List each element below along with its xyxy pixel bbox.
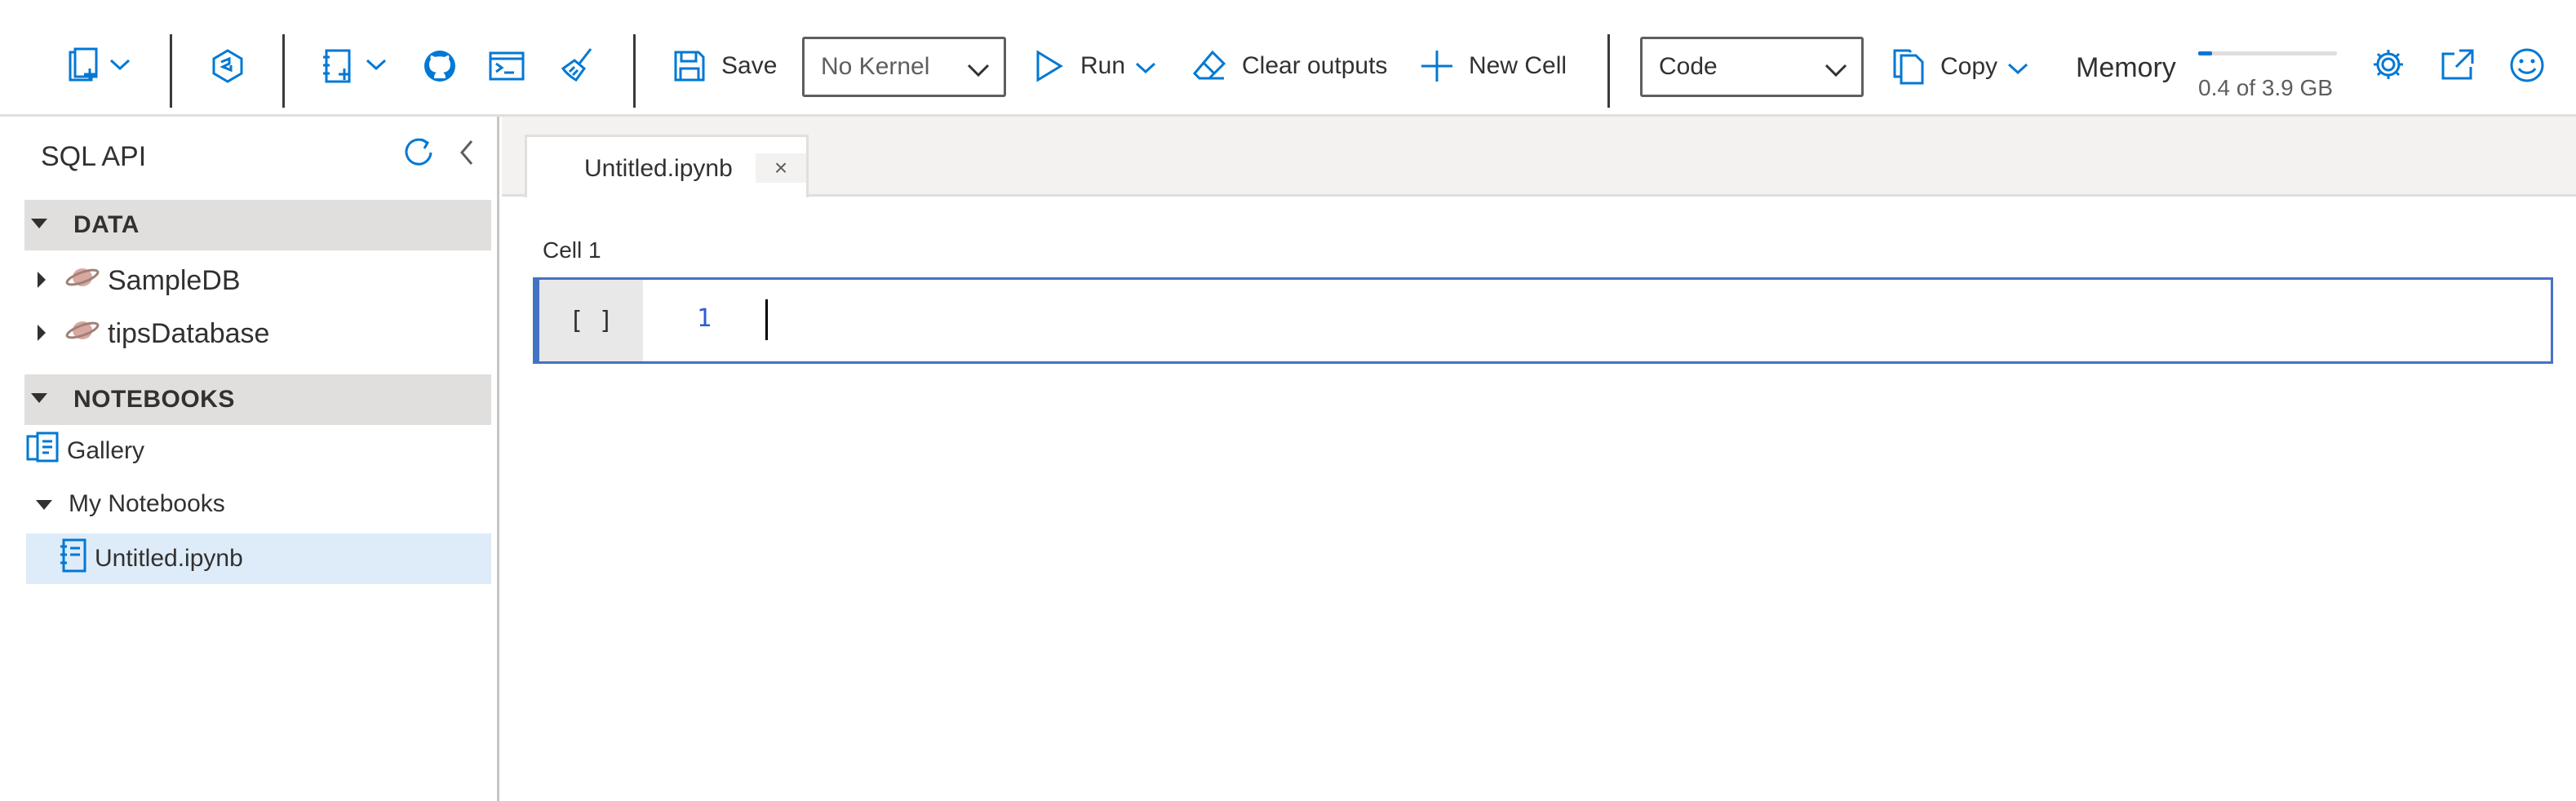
new-notebook-button[interactable] (65, 47, 131, 85)
caret-down-icon (29, 392, 49, 409)
caret-right-icon (36, 318, 47, 350)
tree-item-label: tipsDatabase (108, 317, 270, 349)
data-section-label: DATA (73, 211, 140, 238)
tree-item-gallery[interactable]: Gallery (26, 431, 144, 471)
notebook-icon (59, 538, 86, 579)
memory-progress-fill (2198, 51, 2212, 55)
tree-item-label: Untitled.ipynb (95, 545, 243, 572)
chevron-down-icon (109, 58, 131, 75)
memory-progress-bar (2198, 51, 2337, 55)
refresh-button[interactable] (402, 136, 435, 173)
toolbar-divider (1607, 34, 1610, 108)
tree-item-label: Gallery (67, 437, 145, 464)
broom-icon (560, 46, 597, 83)
toolbar-divider (633, 34, 636, 108)
chevron-down-icon (2007, 62, 2028, 79)
text-cursor (765, 299, 768, 340)
chevron-down-icon (1135, 61, 1156, 78)
notebook-editor: Untitled.ipynb × Cell 1 [ ] 1 (502, 117, 2576, 801)
kernel-select-value: No Kernel (821, 53, 930, 80)
tree-item-untitled-notebook[interactable]: Untitled.ipynb (26, 533, 491, 584)
code-cell[interactable]: [ ] 1 (533, 277, 2553, 364)
tree-item-label: My Notebooks (69, 490, 225, 517)
tree-item-label: SampleDB (108, 264, 241, 296)
gallery-icon (26, 431, 60, 471)
github-button[interactable] (421, 47, 459, 85)
plus-icon (1420, 49, 1454, 83)
line-number: 1 (697, 304, 712, 333)
cell-type-select-value: Code (1659, 53, 1718, 80)
collapse-sidebar-button[interactable] (457, 136, 477, 173)
chevron-down-icon (1824, 57, 1848, 85)
memory-usage-text: 0.4 of 3.9 GB (2198, 75, 2333, 100)
synapse-link-button[interactable] (209, 47, 246, 85)
smiley-icon (2509, 47, 2545, 83)
notebooks-section-header[interactable]: NOTEBOOKS (24, 374, 491, 425)
cell-type-select[interactable]: Code (1640, 37, 1864, 97)
toolbar-divider (170, 34, 172, 108)
feedback-button[interactable] (2509, 47, 2545, 83)
github-icon (421, 47, 459, 85)
caret-right-icon (36, 265, 47, 297)
clear-outputs-button[interactable]: Clear outputs (1191, 49, 1387, 83)
tab-label: Untitled.ipynb (584, 155, 733, 182)
open-external-icon (2440, 47, 2476, 82)
caret-down-icon (34, 490, 54, 518)
notebooks-section-label: NOTEBOOKS (73, 386, 235, 413)
tab-untitled-notebook[interactable]: Untitled.ipynb × (525, 135, 809, 197)
kernel-select[interactable]: No Kernel (802, 37, 1006, 97)
close-icon: × (774, 155, 788, 180)
open-full-screen-button[interactable] (2440, 47, 2476, 82)
tree-item-tipsdatabase[interactable]: tipsDatabase (36, 313, 269, 354)
resource-tree-sidebar: SQL API DATA SampleDB tipsDatabase NOTEB… (0, 117, 499, 801)
synapse-icon (209, 47, 246, 85)
command-bar: Save No Kernel Run Clear outputs New Cel… (0, 0, 2576, 117)
open-notebook-button[interactable] (320, 47, 387, 85)
play-icon (1033, 49, 1066, 83)
terminal-button[interactable] (488, 49, 525, 83)
clear-outputs-label: Clear outputs (1242, 52, 1388, 79)
save-label: Save (721, 52, 778, 79)
caret-down-icon (29, 217, 49, 234)
memory-label: Memory (2076, 52, 2176, 83)
clear-workspace-button[interactable] (560, 46, 597, 83)
chevron-left-icon (457, 140, 477, 172)
tab-strip: Untitled.ipynb × (502, 117, 2576, 197)
new-cell-button[interactable]: New Cell (1420, 49, 1567, 83)
toolbar-divider (282, 34, 285, 108)
close-tab-button[interactable]: × (756, 153, 806, 183)
chevron-down-icon (366, 58, 387, 75)
data-section-header[interactable]: DATA (24, 200, 491, 250)
new-notebook-icon (65, 47, 103, 85)
cell-execution-prompt: [ ] (539, 280, 643, 361)
run-button[interactable]: Run (1033, 49, 1156, 83)
database-icon (65, 263, 100, 299)
chevron-down-icon (966, 57, 991, 85)
notebook-add-icon (320, 47, 357, 85)
settings-button[interactable] (2371, 47, 2405, 82)
new-cell-label: New Cell (1469, 52, 1567, 79)
save-button[interactable]: Save (672, 49, 777, 83)
copy-icon (1891, 49, 1926, 85)
gear-icon (2371, 47, 2405, 82)
copy-label: Copy (1940, 53, 1998, 80)
save-icon (672, 49, 707, 83)
database-icon (65, 316, 100, 352)
eraser-icon (1191, 49, 1227, 83)
cell-label: Cell 1 (543, 237, 601, 263)
terminal-icon (488, 49, 525, 83)
sidebar-title: SQL API (41, 141, 147, 172)
refresh-icon (402, 138, 435, 172)
tree-item-sampledb[interactable]: SampleDB (36, 260, 241, 301)
run-label: Run (1080, 52, 1126, 79)
copy-button[interactable]: Copy (1891, 49, 2028, 85)
tree-item-my-notebooks[interactable]: My Notebooks (34, 484, 225, 524)
